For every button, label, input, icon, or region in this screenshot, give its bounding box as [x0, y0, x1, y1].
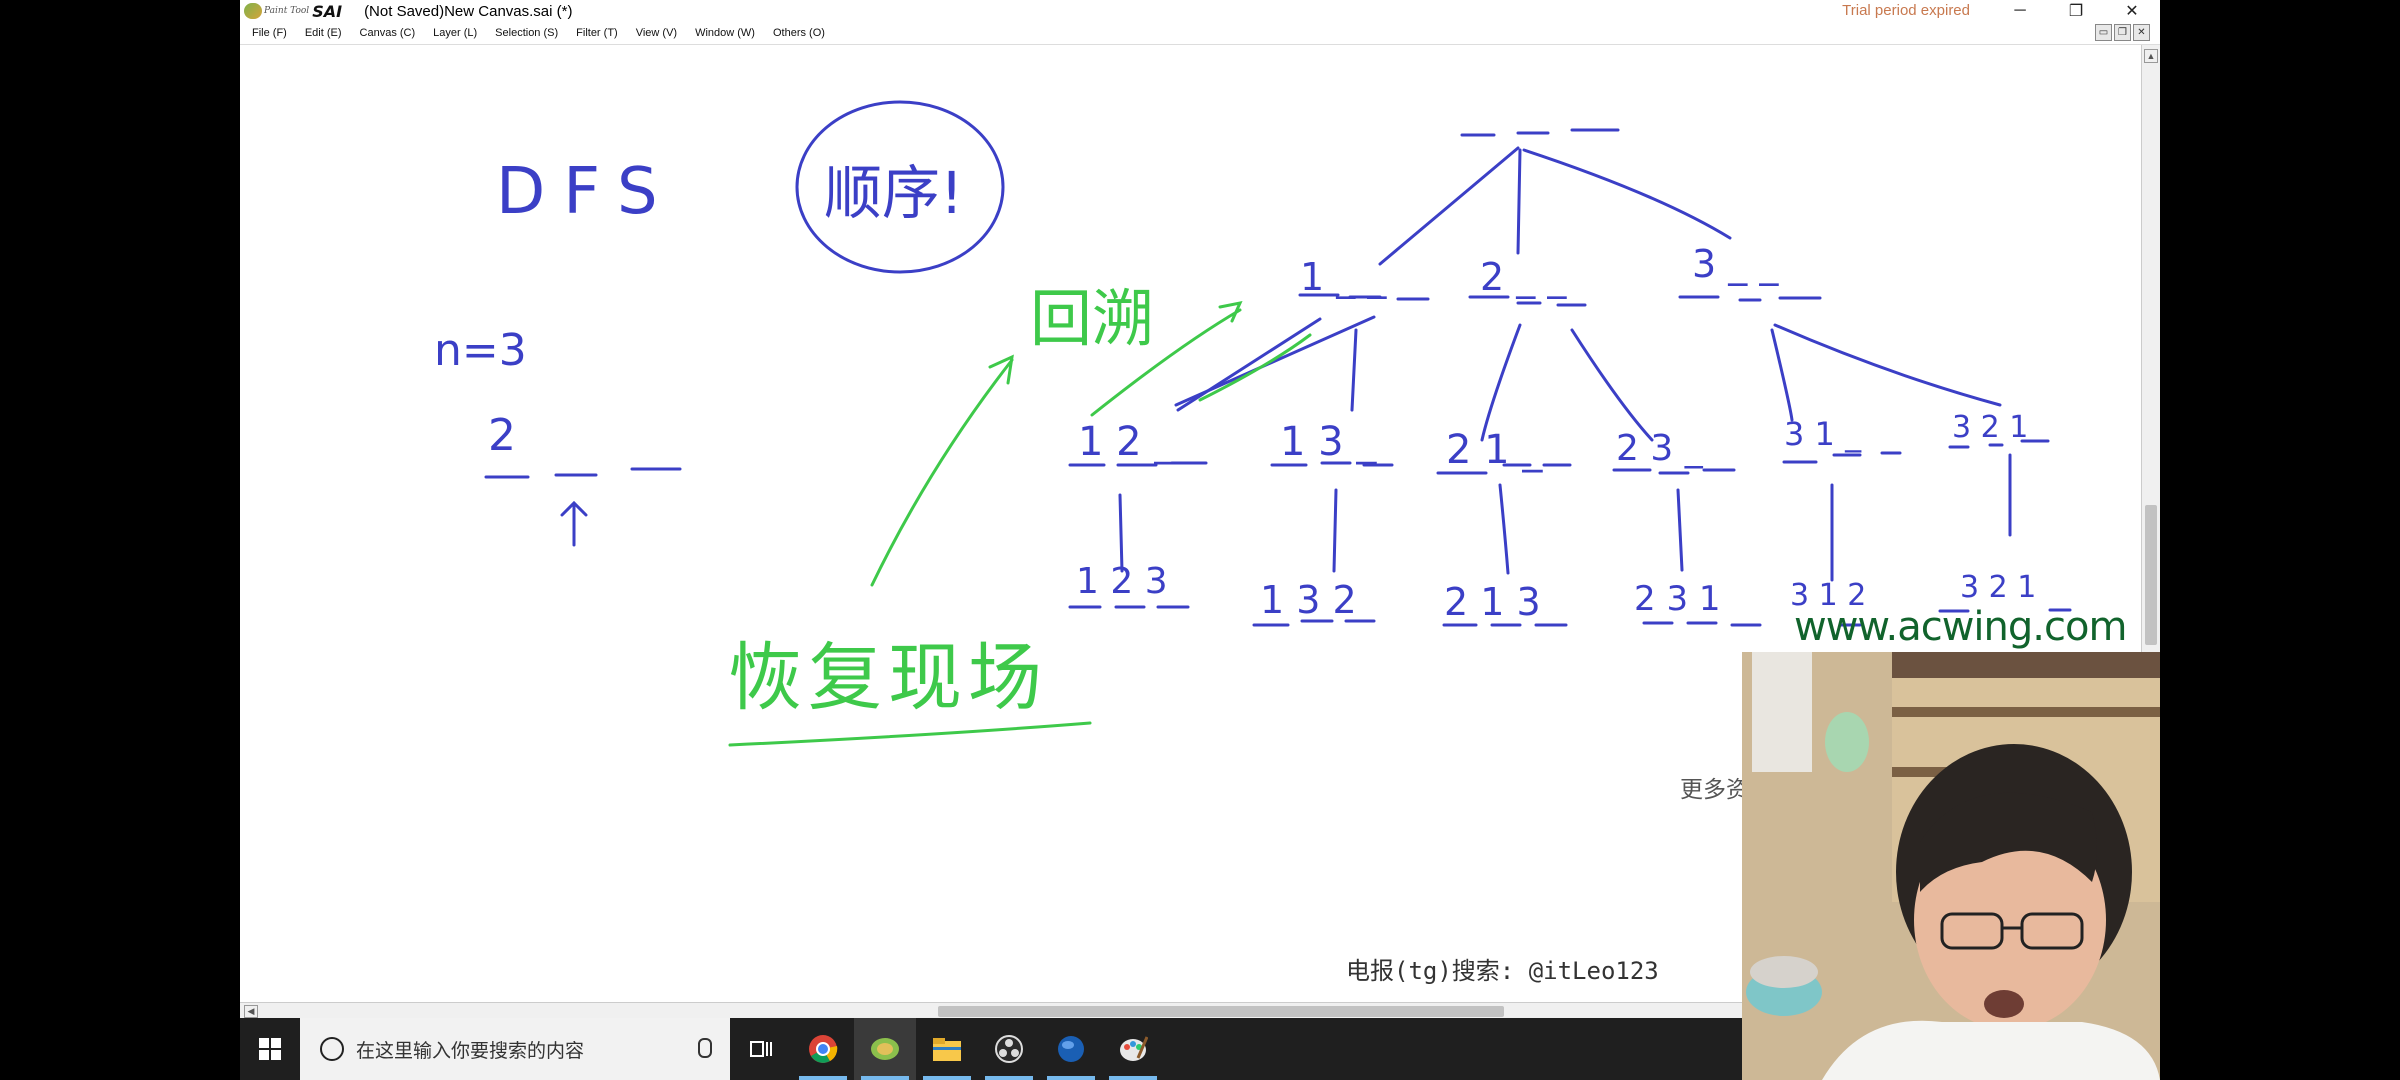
- running-indicator: [1047, 1076, 1095, 1080]
- taskbar-app-explorer[interactable]: [916, 1018, 978, 1080]
- title-bar: Paint Tool SAI (Not Saved)New Canvas.sai…: [240, 0, 2160, 22]
- obs-icon: [995, 1035, 1023, 1063]
- running-indicator: [799, 1076, 847, 1080]
- dfs-label: DFS: [496, 155, 676, 229]
- backtrack-label: 回溯: [1030, 282, 1154, 355]
- webcam-feed: [1742, 652, 2160, 1080]
- taskbar-app-sai[interactable]: [854, 1018, 916, 1080]
- restore-button[interactable]: ❐: [2048, 0, 2104, 22]
- task-view-button[interactable]: [730, 1018, 792, 1080]
- tree-node-31: 3 1 _: [1784, 415, 1862, 453]
- leaf-213: 2 1 3: [1444, 580, 1541, 624]
- windows-taskbar: 在这里输入你要搜索的内容: [240, 1018, 1742, 1080]
- microphone-icon[interactable]: [698, 1038, 712, 1058]
- trial-notice: Trial period expired: [1842, 2, 1970, 19]
- close-button[interactable]: ✕: [2104, 0, 2160, 22]
- menu-bar: File (F) Edit (E) Canvas (C) Layer (L) S…: [240, 22, 2160, 45]
- menu-view[interactable]: View (V): [636, 27, 677, 39]
- taskbar-app-browser[interactable]: [1040, 1018, 1102, 1080]
- leaf-321: 3 2 1: [1960, 570, 2036, 605]
- tree-node-2: 2 _ _: [1480, 255, 1567, 299]
- sai-logo-icon: [244, 3, 262, 19]
- globe-icon: [1058, 1036, 1084, 1062]
- taskbar-app-chrome[interactable]: [792, 1018, 854, 1080]
- leaf-132: 1 3 2: [1260, 578, 1357, 622]
- running-indicator: [923, 1076, 971, 1080]
- menu-filter[interactable]: Filter (T): [576, 27, 618, 39]
- mdi-minimize-button[interactable]: ▭: [2095, 24, 2112, 41]
- start-button[interactable]: [240, 1018, 300, 1080]
- mdi-controls: ▭ ❐ ✕: [2095, 24, 2150, 41]
- n-equals-label: n=3: [434, 325, 527, 376]
- menu-window[interactable]: Window (W): [695, 27, 755, 39]
- tree-node-23: 2 3 _: [1616, 428, 1704, 469]
- leaf-231: 2 3 1: [1634, 579, 1721, 619]
- paint-tool-sai-icon: [871, 1038, 899, 1060]
- taskbar-search-box[interactable]: 在这里输入你要搜索的内容: [300, 1018, 730, 1080]
- tree-node-13: 1 3 _: [1280, 419, 1377, 465]
- menu-selection[interactable]: Selection (S): [495, 27, 558, 39]
- logo-text-small: Paint Tool: [264, 6, 310, 16]
- leaf-123: 1 2 3: [1076, 561, 1168, 602]
- restore-scene-label: 恢复现场: [728, 635, 1048, 721]
- example-digit: 2: [488, 410, 516, 461]
- scroll-left-icon[interactable]: ◀: [244, 1005, 258, 1018]
- menu-file[interactable]: File (F): [252, 27, 287, 39]
- running-indicator: [861, 1076, 909, 1080]
- tree-node-1: 1 _ _: [1300, 255, 1387, 299]
- palette-icon: [1120, 1036, 1148, 1061]
- logo-text: SAI: [312, 1, 343, 21]
- menu-edit[interactable]: Edit (E): [305, 27, 342, 39]
- menu-others[interactable]: Others (O): [773, 27, 825, 39]
- tree-node-21: 2 1 _: [1446, 427, 1543, 473]
- acwing-watermark: www.acwing.com: [1794, 604, 2127, 650]
- windows-logo-icon: [259, 1038, 281, 1060]
- minimize-button[interactable]: ─: [1992, 0, 2048, 22]
- chrome-icon: [809, 1035, 838, 1063]
- tree-node-12: 1 2 _: [1078, 419, 1175, 465]
- app-logo: Paint Tool SAI: [244, 1, 342, 21]
- menu-canvas[interactable]: Canvas (C): [360, 27, 416, 39]
- running-indicator: [985, 1076, 1033, 1080]
- folder-icon: [933, 1038, 961, 1061]
- tree-node-3: 3 _ _: [1692, 242, 1779, 286]
- order-label: 顺序!: [824, 159, 963, 227]
- horizontal-scroll-thumb[interactable]: [938, 1006, 1504, 1017]
- task-view-icon: [750, 1041, 772, 1057]
- taskbar-app-obs[interactable]: [978, 1018, 1040, 1080]
- telegram-watermark: 电报(tg)搜索: @itLeo123: [1346, 957, 1659, 985]
- running-indicator: [1109, 1076, 1157, 1080]
- taskbar-app-paint[interactable]: [1102, 1018, 1164, 1080]
- search-placeholder: 在这里输入你要搜索的内容: [356, 1040, 585, 1062]
- menu-layer[interactable]: Layer (L): [433, 27, 477, 39]
- cortana-icon: [320, 1037, 344, 1061]
- mdi-restore-button[interactable]: ❐: [2114, 24, 2131, 41]
- webcam-overlay: [1742, 652, 2160, 1080]
- tree-node-321: 3 2 1: [1952, 410, 2028, 445]
- document-title: (Not Saved)New Canvas.sai (*): [364, 2, 573, 20]
- mdi-close-button[interactable]: ✕: [2133, 24, 2150, 41]
